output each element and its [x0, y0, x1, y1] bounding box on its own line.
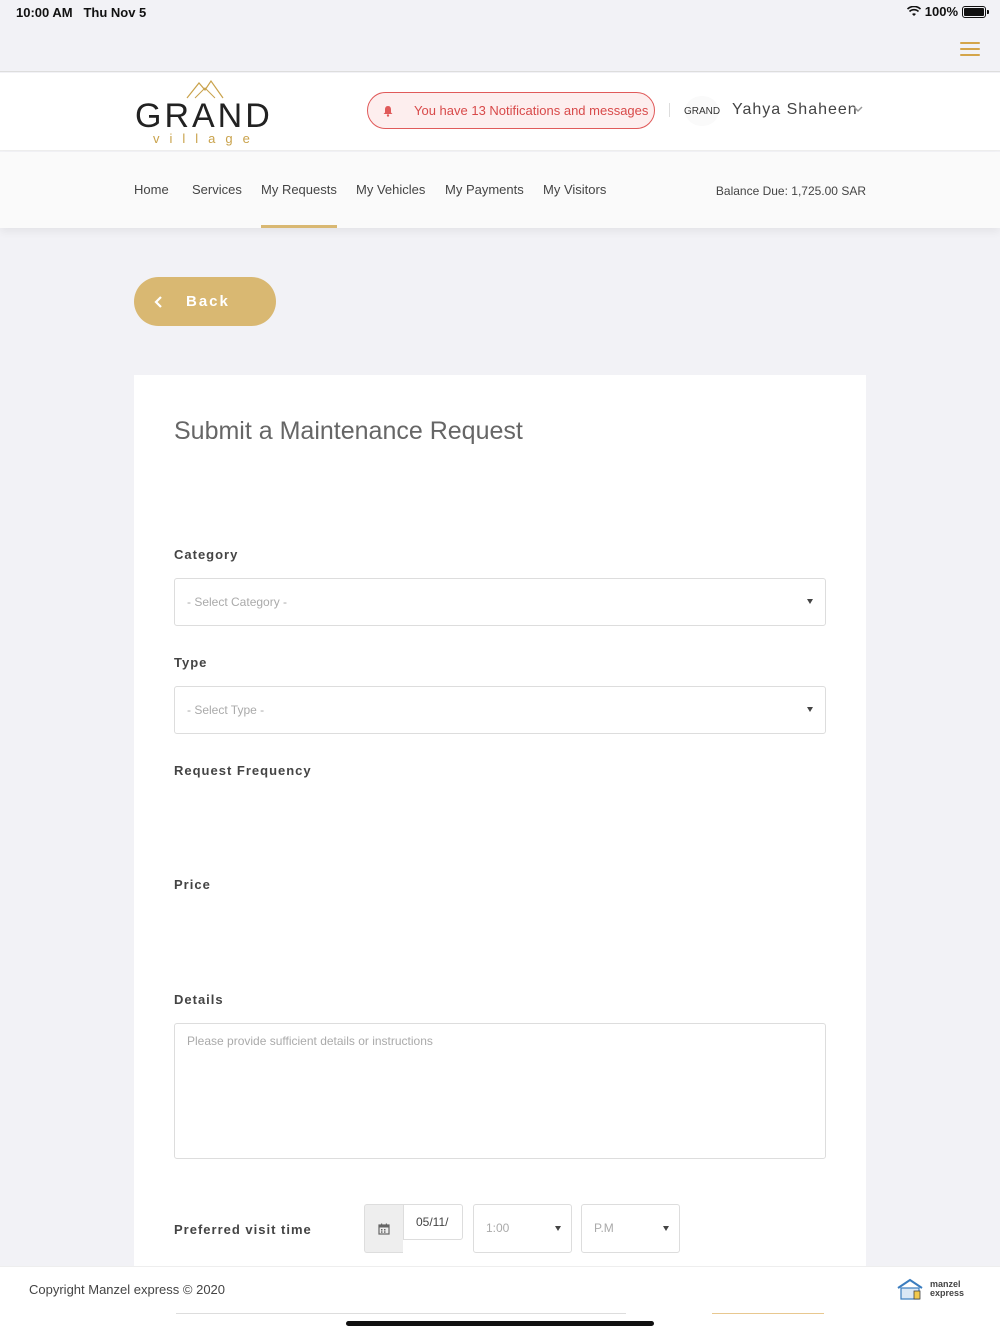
- nav-my-visitors[interactable]: My Visitors: [543, 182, 606, 197]
- nav-home[interactable]: Home: [134, 182, 169, 197]
- category-select[interactable]: - Select Category -: [174, 578, 826, 626]
- type-select[interactable]: - Select Type -: [174, 686, 826, 734]
- caret-down-icon: [807, 707, 813, 712]
- brand-text: manzel express: [929, 1279, 964, 1298]
- notifications-button[interactable]: You have 13 Notifications and messages: [367, 92, 655, 129]
- nav-my-requests[interactable]: My Requests: [261, 182, 337, 228]
- time-select[interactable]: 1:00: [473, 1204, 572, 1253]
- chevron-down-icon[interactable]: [852, 103, 864, 115]
- details-textarea[interactable]: Please provide sufficient details or ins…: [174, 1023, 826, 1159]
- maintenance-request-form: Submit a Maintenance Request Category - …: [134, 375, 866, 1275]
- manzel-express-logo: manzel express: [896, 1277, 964, 1301]
- ampm-value: P.M: [594, 1221, 614, 1235]
- type-placeholder: - Select Type -: [187, 703, 265, 717]
- status-bar: 10:00 AM Thu Nov 5 100%: [0, 0, 1000, 24]
- back-button[interactable]: Back: [134, 277, 276, 326]
- house-logo-icon: [897, 1278, 923, 1300]
- battery-icon: [962, 5, 989, 18]
- chevron-left-icon: [154, 295, 162, 308]
- nav-my-vehicles[interactable]: My Vehicles: [356, 182, 425, 197]
- grand-village-logo[interactable]: GRAND village: [135, 79, 275, 146]
- date-input[interactable]: 05/11/: [403, 1204, 463, 1240]
- category-placeholder: - Select Category -: [187, 595, 288, 609]
- calendar-icon: [378, 1223, 390, 1235]
- details-label: Details: [174, 992, 224, 1007]
- site-header: GRAND village You have 13 Notifications …: [0, 73, 1000, 151]
- nav-my-payments[interactable]: My Payments: [445, 182, 524, 197]
- type-label: Type: [174, 655, 208, 670]
- logo-sub-text: village: [153, 131, 260, 146]
- battery-percent: 100%: [924, 4, 958, 19]
- time-value: 1:00: [486, 1221, 510, 1235]
- bell-icon: [383, 105, 393, 117]
- nav-services[interactable]: Services: [192, 182, 242, 197]
- caret-down-icon: [555, 1226, 561, 1231]
- home-indicator[interactable]: [346, 1321, 654, 1326]
- visit-time-label: Preferred visit time: [174, 1222, 312, 1237]
- status-right: 100%: [906, 4, 989, 19]
- footer-divider: [176, 1313, 626, 1314]
- header-divider: [669, 103, 670, 117]
- app-toolbar: [0, 24, 1000, 72]
- frequency-label: Request Frequency: [174, 763, 312, 778]
- wifi-icon: [906, 6, 921, 16]
- footer-accent-line: [712, 1313, 824, 1314]
- balance-due: Balance Due: 1,725.00 SAR: [715, 184, 866, 198]
- status-time: 10:00 AM Thu Nov 5: [16, 5, 147, 20]
- mountain-logo-icon: [186, 79, 224, 99]
- caret-down-icon: [663, 1226, 669, 1231]
- avatar[interactable]: GRAND: [684, 96, 720, 126]
- hamburger-menu-icon[interactable]: [960, 42, 980, 56]
- main-nav: Home Services My Requests My Vehicles My…: [0, 152, 1000, 228]
- notifications-text: You have 13 Notifications and messages: [414, 103, 649, 118]
- price-label: Price: [174, 877, 211, 892]
- ampm-select[interactable]: P.M: [581, 1204, 680, 1253]
- copyright-text: Copyright Manzel express © 2020: [29, 1282, 226, 1297]
- calendar-button[interactable]: [364, 1204, 403, 1253]
- category-label: Category: [174, 547, 239, 562]
- page-title: Submit a Maintenance Request: [174, 417, 523, 445]
- caret-down-icon: [807, 599, 813, 604]
- user-name[interactable]: Yahya Shaheen: [732, 101, 858, 119]
- date-picker[interactable]: 05/11/: [364, 1204, 463, 1254]
- back-label: Back: [186, 293, 230, 310]
